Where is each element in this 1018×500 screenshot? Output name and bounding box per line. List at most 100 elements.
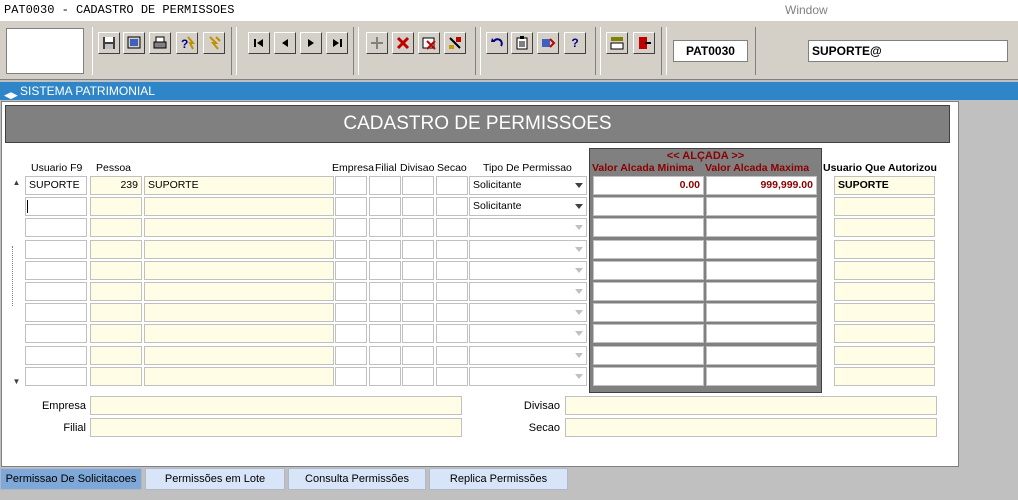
valor-max-cell[interactable]: 999,999.00 [706,176,817,195]
empresa-cell[interactable] [335,366,367,386]
tab-permissoes-lote[interactable]: Permissões em Lote [145,468,285,490]
usuario-cell[interactable] [25,324,87,344]
empresa-cell[interactable] [335,345,367,365]
execute-query-icon[interactable] [203,32,225,54]
pessoa-nome-cell[interactable] [144,345,334,365]
secao-cell[interactable] [436,239,468,259]
secao-cell[interactable] [436,197,468,217]
valor-max-cell[interactable] [706,303,817,323]
last-record-icon[interactable] [326,32,348,54]
tab-replica-permissoes[interactable]: Replica Permissões [429,468,568,490]
secao-cell[interactable] [436,282,468,301]
valor-min-cell[interactable] [593,239,704,259]
insert-record-icon[interactable] [366,32,388,54]
filial-cell[interactable] [369,176,401,195]
empresa-cell[interactable] [335,176,367,195]
help-query-icon[interactable]: ? [176,32,198,54]
menu-icon[interactable] [606,32,628,54]
pessoa-id-cell[interactable] [90,260,142,280]
pessoa-nome-cell[interactable] [144,366,334,386]
filial-cell[interactable] [369,345,401,365]
valor-max-cell[interactable] [706,345,817,365]
detail-filial-field[interactable] [90,418,462,437]
empresa-cell[interactable] [335,260,367,280]
detail-secao-field[interactable] [565,418,937,437]
empresa-cell[interactable] [335,239,367,259]
clear-record-icon[interactable] [418,32,440,54]
chevron-down-icon[interactable] [575,373,583,379]
tab-permissao-solicitacoes[interactable]: Permissao De Solicitacoes [0,468,142,490]
autorizou-cell[interactable] [834,239,935,259]
next-record-icon[interactable] [300,32,322,54]
secao-cell[interactable] [436,218,468,238]
pessoa-nome-cell[interactable] [144,260,334,280]
valor-min-cell[interactable]: 0.00 [593,176,704,195]
divisao-cell[interactable] [402,345,434,365]
valor-min-cell[interactable] [593,197,704,217]
tools-icon[interactable] [537,32,559,54]
filial-cell[interactable] [369,366,401,386]
secao-cell[interactable] [436,324,468,344]
filial-cell[interactable] [369,282,401,301]
scroll-up-icon[interactable]: ▲ [10,176,23,189]
pessoa-nome-cell[interactable] [144,218,334,238]
detail-divisao-field[interactable] [565,396,937,415]
valor-min-cell[interactable] [593,345,704,365]
autorizou-cell[interactable] [834,260,935,280]
pessoa-id-cell[interactable] [90,218,142,238]
filial-cell[interactable] [369,239,401,259]
pessoa-nome-cell[interactable] [144,197,334,217]
filial-cell[interactable] [369,324,401,344]
scroll-down-icon[interactable]: ▼ [10,375,23,388]
delete-record-icon[interactable] [392,32,414,54]
divisao-cell[interactable] [402,282,434,301]
divisao-cell[interactable] [402,218,434,238]
filial-cell[interactable] [369,260,401,280]
paste-icon[interactable] [511,32,533,54]
autorizou-cell[interactable] [834,282,935,301]
chevron-down-icon[interactable] [575,225,583,231]
divisao-cell[interactable] [402,260,434,280]
pessoa-id-cell[interactable] [90,345,142,365]
usuario-cell[interactable]: SUPORTE [25,176,87,195]
tab-consulta-permissoes[interactable]: Consulta Permissões [288,468,426,490]
tipo-permissao-select[interactable]: Solicitante [469,176,587,195]
tipo-permissao-select[interactable] [469,345,587,365]
valor-max-cell[interactable] [706,282,817,301]
usuario-cell[interactable] [25,303,87,323]
autorizou-cell[interactable]: SUPORTE [834,176,935,195]
pessoa-id-cell[interactable] [90,239,142,259]
secao-cell[interactable] [436,303,468,323]
tipo-permissao-select[interactable] [469,366,587,386]
empresa-cell[interactable] [335,324,367,344]
tipo-permissao-select[interactable] [469,282,587,301]
tipo-permissao-select[interactable] [469,218,587,238]
pessoa-id-cell[interactable] [90,366,142,386]
exit-icon[interactable] [633,32,655,54]
filial-cell[interactable] [369,197,401,217]
divisao-cell[interactable] [402,303,434,323]
autorizou-cell[interactable] [834,366,935,386]
valor-max-cell[interactable] [706,197,817,217]
clear-form-icon[interactable] [444,32,466,54]
valor-min-cell[interactable] [593,303,704,323]
secao-cell[interactable] [436,176,468,195]
pessoa-nome-cell[interactable] [144,282,334,301]
tipo-permissao-select[interactable] [469,239,587,259]
divisao-cell[interactable] [402,197,434,217]
usuario-cell[interactable] [25,345,87,365]
save-icon[interactable] [98,32,120,54]
pessoa-nome-cell[interactable] [144,303,334,323]
divisao-cell[interactable] [402,324,434,344]
autorizou-cell[interactable] [834,345,935,365]
empresa-cell[interactable] [335,282,367,301]
chevron-down-icon[interactable] [575,183,583,188]
chevron-down-icon[interactable] [575,267,583,273]
valor-min-cell[interactable] [593,324,704,344]
usuario-cell[interactable] [25,218,87,238]
chevron-down-icon[interactable] [575,246,583,252]
valor-min-cell[interactable] [593,366,704,386]
empresa-cell[interactable] [335,303,367,323]
pessoa-nome-cell[interactable] [144,239,334,259]
autorizou-cell[interactable] [834,324,935,344]
